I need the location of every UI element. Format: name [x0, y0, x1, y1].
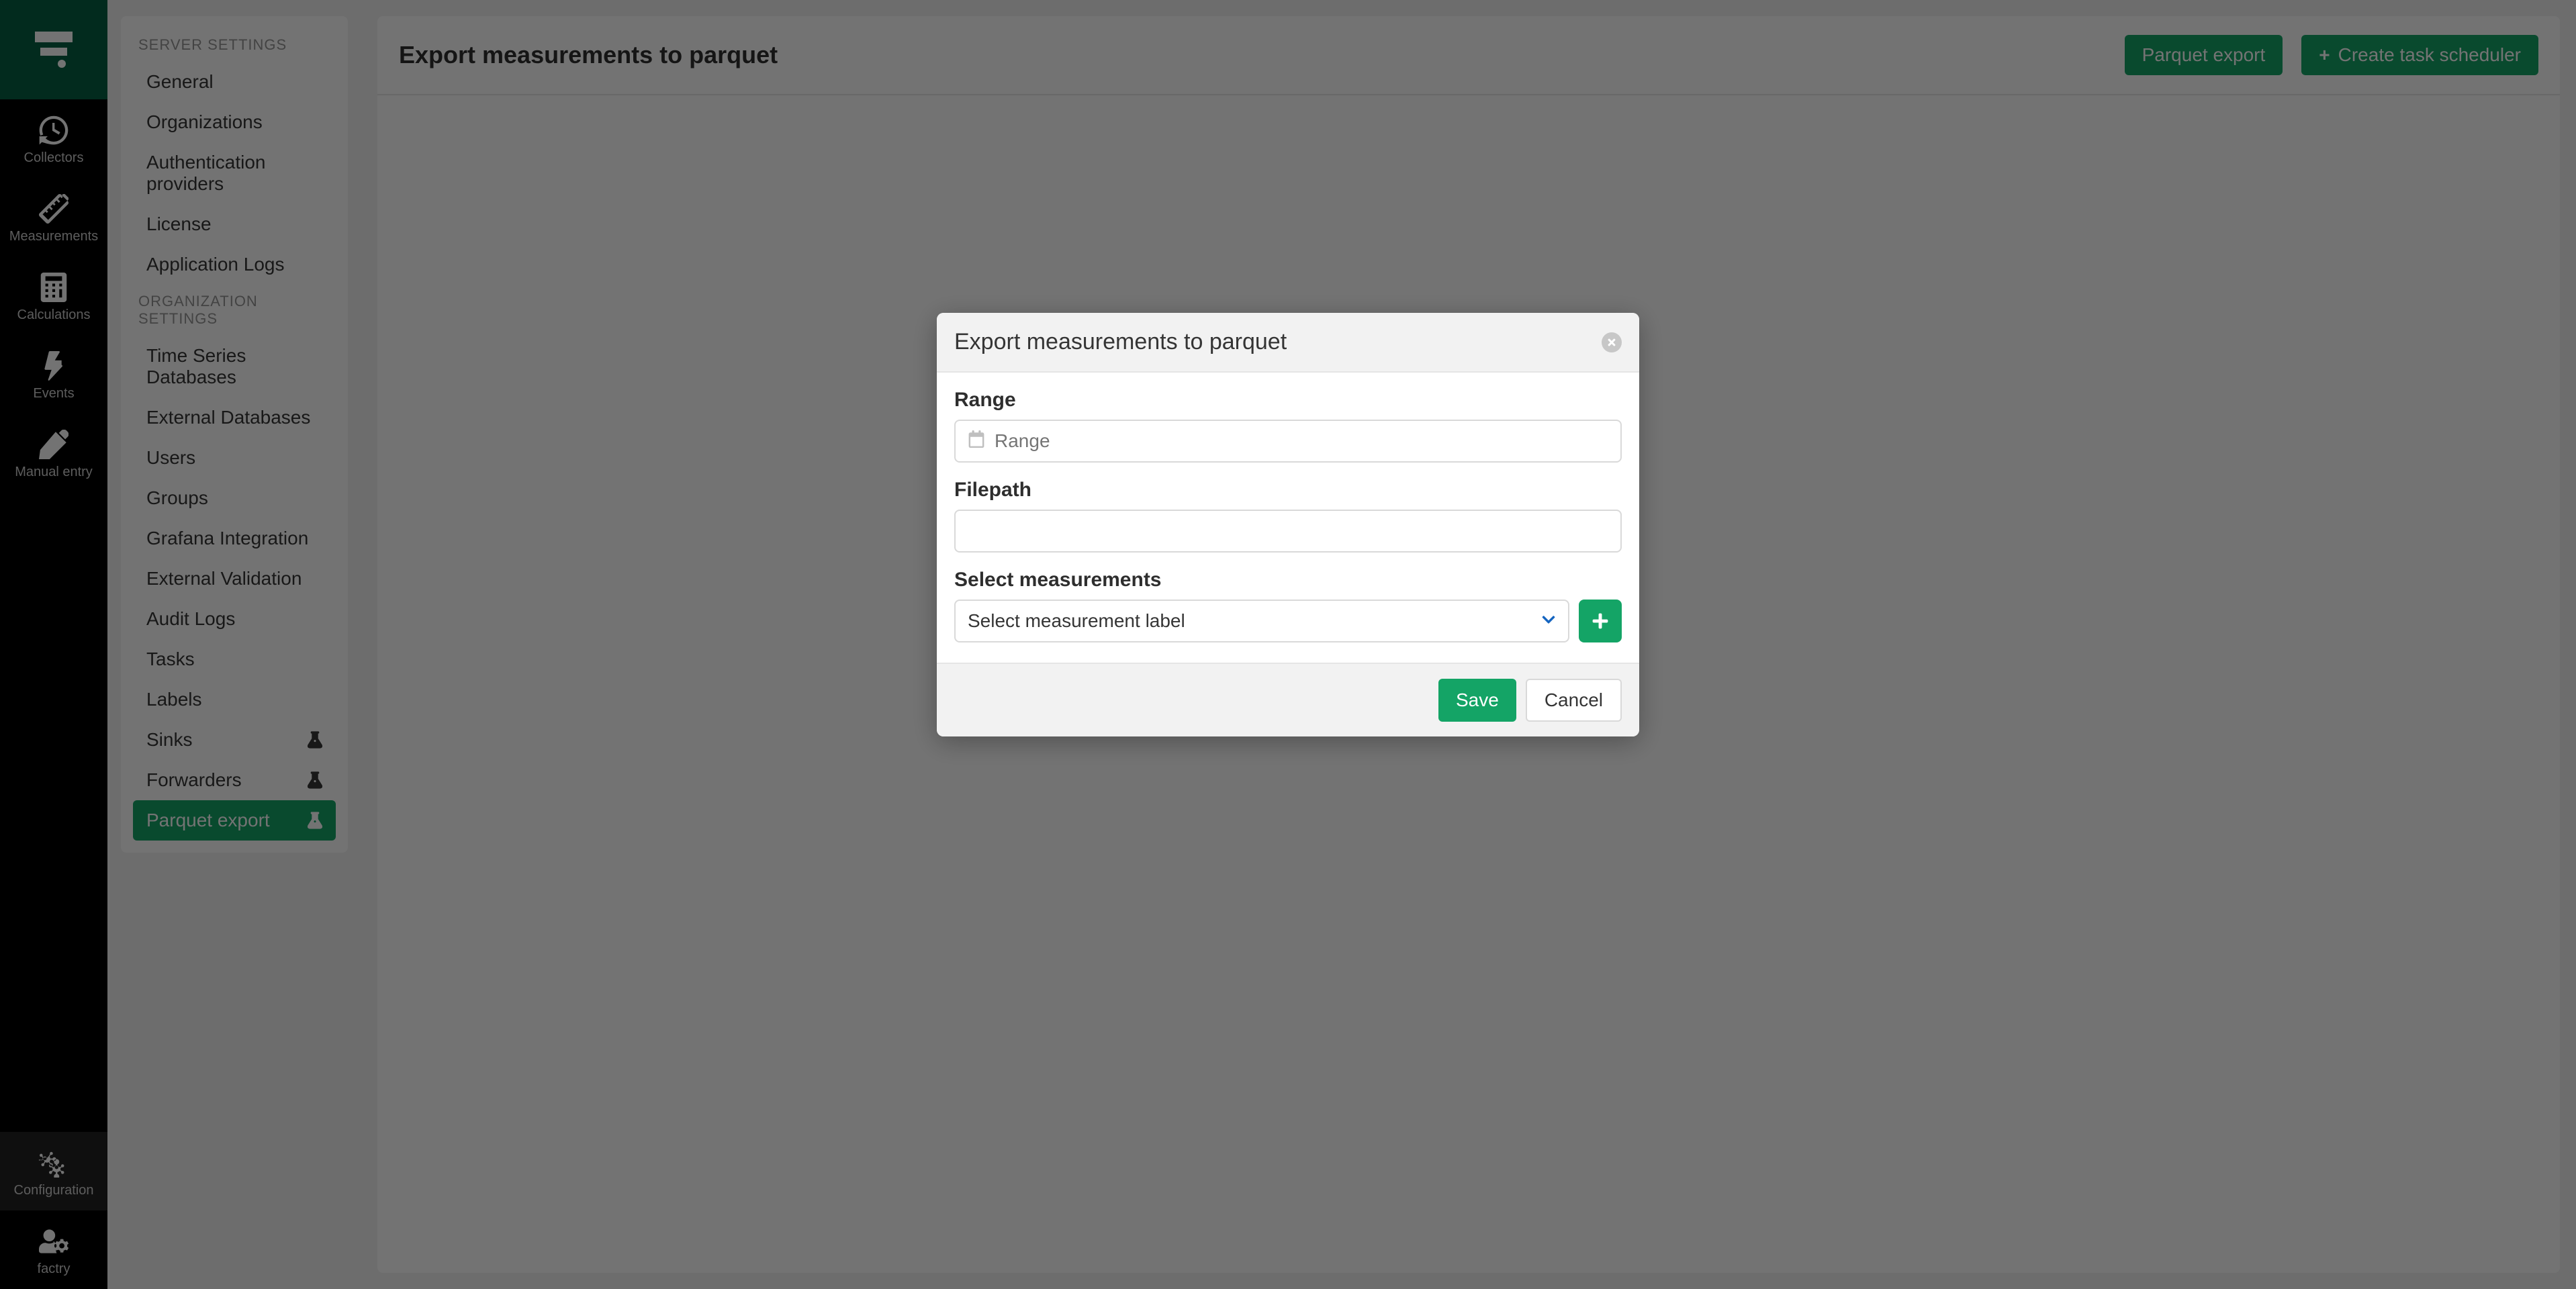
range-input[interactable]	[995, 430, 1608, 452]
select-placeholder: Select measurement label	[968, 610, 1185, 632]
chevron-down-icon	[1541, 610, 1556, 632]
form-row-range: Range	[954, 389, 1622, 463]
modal-title: Export measurements to parquet	[954, 329, 1287, 355]
plus-icon	[1592, 612, 1609, 630]
range-input-wrapper[interactable]	[954, 420, 1622, 463]
calendar-icon	[968, 430, 985, 452]
modal-header: Export measurements to parquet	[937, 313, 1639, 373]
save-button[interactable]: Save	[1438, 679, 1516, 722]
modal-close-button[interactable]	[1602, 332, 1622, 352]
form-row-filepath: Filepath	[954, 479, 1622, 553]
modal-overlay[interactable]: Export measurements to parquet Range Fil…	[0, 0, 2576, 1289]
select-measurements-label: Select measurements	[954, 569, 1622, 591]
filepath-input[interactable]	[968, 520, 1608, 542]
range-label: Range	[954, 389, 1622, 412]
close-icon	[1606, 337, 1617, 348]
filepath-label: Filepath	[954, 479, 1622, 502]
cancel-button[interactable]: Cancel	[1526, 679, 1622, 722]
form-row-select-measurements: Select measurements Select measurement l…	[954, 569, 1622, 642]
modal-footer: Save Cancel	[937, 663, 1639, 736]
export-modal: Export measurements to parquet Range Fil…	[937, 313, 1639, 736]
filepath-input-wrapper[interactable]	[954, 510, 1622, 553]
add-measurement-button[interactable]	[1579, 600, 1622, 642]
modal-body: Range Filepath Select measurements	[937, 373, 1639, 663]
measurement-select[interactable]: Select measurement label	[954, 600, 1569, 642]
